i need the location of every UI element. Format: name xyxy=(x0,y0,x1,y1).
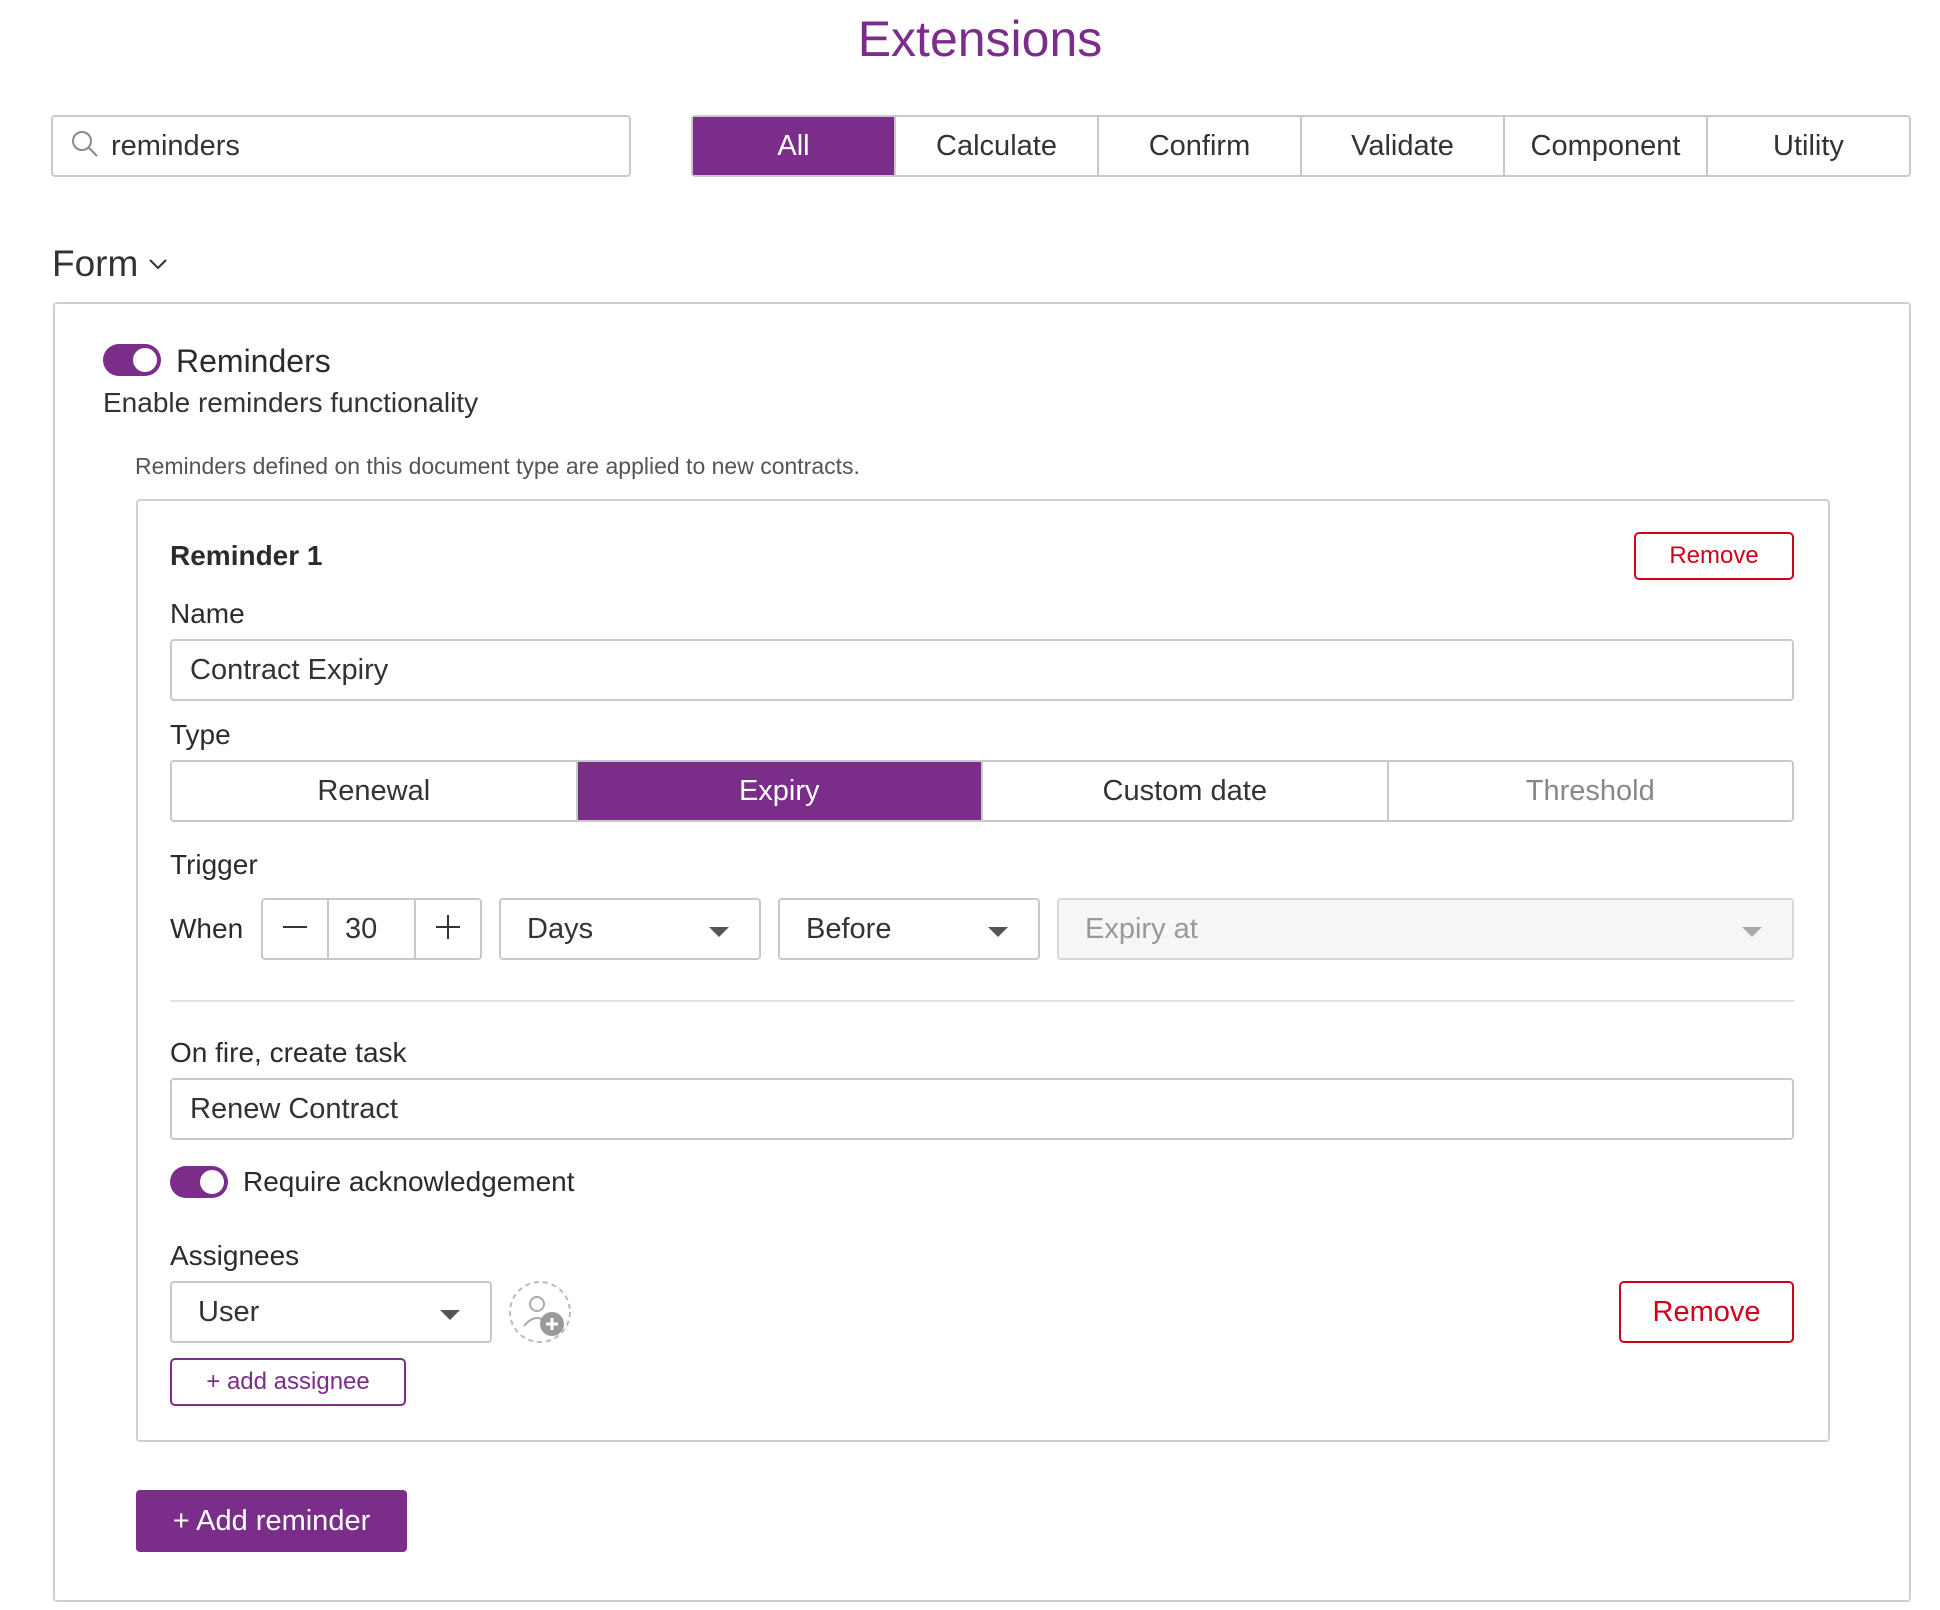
filter-tab-utility[interactable]: Utility xyxy=(1706,117,1909,175)
reminders-note: Reminders defined on this document type … xyxy=(135,453,860,479)
filter-tabs: All Calculate Confirm Validate Component… xyxy=(691,115,1911,177)
page-title: Extensions xyxy=(857,11,1103,67)
section-toggle-form[interactable]: Form xyxy=(52,243,170,285)
add-user-icon xyxy=(508,1281,572,1348)
toggle-knob xyxy=(133,348,157,372)
acknowledgement-label: Require acknowledgement xyxy=(243,1166,575,1197)
when-label: When xyxy=(170,913,244,944)
toggle-knob xyxy=(200,1170,224,1194)
filter-tab-all[interactable]: All xyxy=(693,117,894,175)
remove-reminder-button[interactable]: Remove xyxy=(1634,532,1794,580)
unit-select[interactable]: Days xyxy=(499,898,761,960)
task-label: On fire, create task xyxy=(170,1037,407,1068)
type-option-renewal[interactable]: Renewal xyxy=(172,762,576,820)
assignees-label: Assignees xyxy=(170,1240,300,1271)
amount-value[interactable]: 30 xyxy=(327,900,416,958)
type-option-threshold[interactable]: Threshold xyxy=(1386,762,1793,820)
acknowledgement-toggle[interactable] xyxy=(170,1166,228,1198)
search-input[interactable] xyxy=(111,129,591,163)
assignee-type-value: User xyxy=(198,1295,260,1328)
task-field[interactable]: Renew Contract xyxy=(170,1078,1794,1140)
increment-button[interactable] xyxy=(416,900,480,958)
reminder-title: Reminder 1 xyxy=(170,540,323,571)
filter-tab-component[interactable]: Component xyxy=(1503,117,1706,175)
direction-select[interactable]: Before xyxy=(778,898,1040,960)
add-assignee-button[interactable]: + add assignee xyxy=(170,1358,406,1406)
add-reminder-button[interactable]: + Add reminder xyxy=(136,1490,407,1552)
reminders-title: Reminders xyxy=(176,343,331,379)
caret-down-icon xyxy=(709,927,729,937)
direction-select-value: Before xyxy=(806,912,892,945)
event-select: Expiry at xyxy=(1057,898,1794,960)
type-option-custom-date[interactable]: Custom date xyxy=(981,762,1387,820)
decrement-button[interactable] xyxy=(263,900,327,958)
search-icon xyxy=(69,128,111,165)
name-label: Name xyxy=(170,598,245,629)
divider xyxy=(170,1000,1794,1002)
unit-select-value: Days xyxy=(527,912,594,945)
name-field[interactable]: Contract Expiry xyxy=(170,639,1794,701)
filter-tab-calculate[interactable]: Calculate xyxy=(894,117,1097,175)
type-option-expiry[interactable]: Expiry xyxy=(575,762,981,820)
reminders-description: Enable reminders functionality xyxy=(103,387,479,418)
filter-tab-confirm[interactable]: Confirm xyxy=(1097,117,1300,175)
section-title: Form xyxy=(52,243,139,284)
caret-down-icon xyxy=(440,1310,460,1320)
type-selector: Renewal Expiry Custom date Threshold xyxy=(170,760,1794,822)
filter-tab-validate[interactable]: Validate xyxy=(1300,117,1503,175)
trigger-label: Trigger xyxy=(170,849,258,880)
minus-icon xyxy=(279,911,311,948)
event-select-value: Expiry at xyxy=(1085,912,1198,945)
plus-icon xyxy=(432,911,464,948)
search-box[interactable] xyxy=(51,115,631,177)
reminders-toggle[interactable] xyxy=(103,344,161,376)
amount-stepper: 30 xyxy=(261,898,482,960)
caret-down-icon xyxy=(988,927,1008,937)
caret-down-icon xyxy=(1742,927,1762,937)
remove-assignee-button[interactable]: Remove xyxy=(1619,1281,1794,1343)
chevron-down-icon xyxy=(138,243,170,285)
add-user-avatar-button[interactable] xyxy=(508,1280,572,1344)
assignee-type-select[interactable]: User xyxy=(170,1281,492,1343)
type-label: Type xyxy=(170,719,231,750)
